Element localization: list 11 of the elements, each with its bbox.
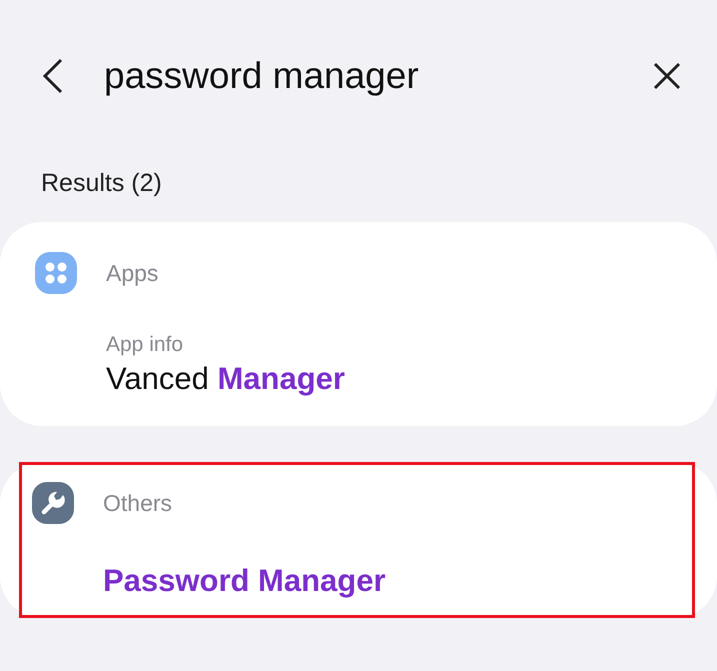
back-icon[interactable] (42, 58, 64, 94)
result-title[interactable]: Vanced Manager (106, 361, 684, 397)
category-label: Others (103, 490, 172, 516)
result-subtitle: App info (106, 333, 184, 357)
search-query[interactable]: password manager (104, 55, 653, 97)
result-title[interactable]: Password Manager (103, 563, 682, 599)
results-label: Results (2) (40, 168, 163, 199)
category-label: Apps (106, 260, 158, 286)
wrench-icon (32, 482, 74, 524)
apps-icon (35, 252, 77, 294)
close-icon[interactable] (653, 62, 681, 90)
